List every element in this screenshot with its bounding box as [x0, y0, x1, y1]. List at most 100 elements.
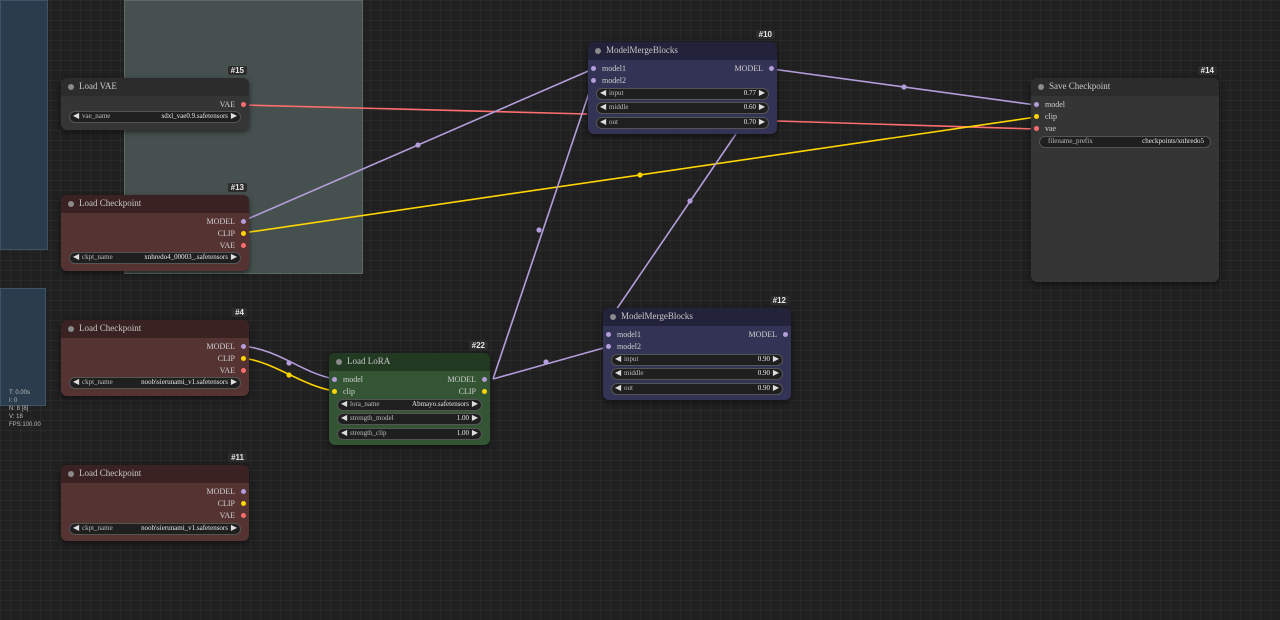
decrement-arrow-icon[interactable]: ◀ [73, 111, 79, 120]
collapse-dot-icon[interactable] [1038, 84, 1044, 90]
node-load-checkpoint-13[interactable]: #13 Load Checkpoint MODEL CLIP VAE ◀ ckp… [61, 183, 249, 271]
output-model-port[interactable] [482, 377, 487, 382]
output-model-port[interactable] [241, 344, 246, 349]
collapse-dot-icon[interactable] [68, 84, 74, 90]
node-save-checkpoint[interactable]: #14 Save Checkpoint model clip vae filen… [1031, 66, 1219, 282]
increment-arrow-icon[interactable]: ▶ [472, 399, 478, 408]
input-model-port[interactable] [1034, 102, 1039, 107]
link-model-merge10-save-midpoint[interactable] [901, 84, 907, 90]
widget-filename-prefix[interactable]: filename_prefix checkpoints/xnhredo5 [1039, 136, 1211, 148]
collapse-dot-icon[interactable] [336, 359, 342, 365]
output-clip-port[interactable] [241, 231, 246, 236]
widget-input[interactable]: ◀ input 0.90 ▶ [611, 354, 783, 366]
link-model-lora-merge12-midpoint[interactable] [543, 359, 549, 365]
node-load-vae[interactable]: #15 Load VAE VAE ◀ vae_name sdxl_vae0.9.… [61, 66, 249, 130]
collapse-dot-icon[interactable] [68, 201, 74, 207]
increment-arrow-icon[interactable]: ▶ [231, 377, 237, 386]
node-title-bar[interactable]: Load Checkpoint [61, 320, 249, 338]
node-title-bar[interactable]: Load VAE [61, 78, 249, 96]
decrement-arrow-icon[interactable]: ◀ [615, 368, 621, 377]
output-clip-port[interactable] [241, 501, 246, 506]
increment-arrow-icon[interactable]: ▶ [773, 354, 779, 363]
increment-arrow-icon[interactable]: ▶ [759, 102, 765, 111]
decrement-arrow-icon[interactable]: ◀ [615, 383, 621, 392]
decrement-arrow-icon[interactable]: ◀ [73, 523, 79, 532]
widget-strength-clip[interactable]: ◀ strength_clip 1.00 ▶ [337, 428, 482, 440]
input-model2-port[interactable] [606, 344, 611, 349]
widget-lora-name[interactable]: ◀ lora_name Abmayo.safetensors ▶ [337, 399, 482, 411]
node-title-bar[interactable]: ModelMergeBlocks [588, 42, 777, 60]
input-model1-port[interactable] [606, 332, 611, 337]
output-vae-port[interactable] [241, 102, 246, 107]
decrement-arrow-icon[interactable]: ◀ [600, 102, 606, 111]
output-vae-port[interactable] [241, 513, 246, 518]
link-model-13-midpoint[interactable] [415, 142, 421, 148]
input-vae-port[interactable] [1034, 126, 1039, 131]
widget-input[interactable]: ◀ input 0.77 ▶ [596, 88, 769, 100]
node-title-bar[interactable]: ModelMergeBlocks [603, 308, 791, 326]
widget-vae-name[interactable]: ◀ vae_name sdxl_vae0.9.safetensors ▶ [69, 111, 241, 123]
decrement-arrow-icon[interactable]: ◀ [341, 428, 347, 437]
increment-arrow-icon[interactable]: ▶ [472, 428, 478, 437]
input-model-port[interactable] [332, 377, 337, 382]
output-model-port[interactable] [241, 489, 246, 494]
widget-strength-model[interactable]: ◀ strength_model 1.00 ▶ [337, 413, 482, 425]
decrement-arrow-icon[interactable]: ◀ [73, 377, 79, 386]
widget-middle[interactable]: ◀ middle 0.60 ▶ [596, 102, 769, 114]
node-title-bar[interactable]: Load LoRA [329, 353, 490, 371]
node-model-merge-blocks-12[interactable]: #12 ModelMergeBlocks model1 model2 MODEL… [603, 296, 791, 400]
input-model2-port[interactable] [591, 78, 596, 83]
decrement-arrow-icon[interactable]: ◀ [615, 354, 621, 363]
decrement-arrow-icon[interactable]: ◀ [73, 252, 79, 261]
decrement-arrow-icon[interactable]: ◀ [600, 117, 606, 126]
input-clip-port[interactable] [332, 389, 337, 394]
widget-ckpt-name[interactable]: ◀ ckpt_name noob\sierunami_v1.safetensor… [69, 523, 241, 535]
node-title-bar[interactable]: Load Checkpoint [61, 465, 249, 483]
node-title-bar[interactable]: Load Checkpoint [61, 195, 249, 213]
collapse-dot-icon[interactable] [68, 471, 74, 477]
increment-arrow-icon[interactable]: ▶ [759, 88, 765, 97]
increment-arrow-icon[interactable]: ▶ [773, 368, 779, 377]
link-model-4-lora-midpoint[interactable] [286, 360, 292, 366]
increment-arrow-icon[interactable]: ▶ [472, 413, 478, 422]
output-model-port[interactable] [769, 66, 774, 71]
node-load-checkpoint-4[interactable]: #4 Load Checkpoint MODEL CLIP VAE ◀ ckpt… [61, 308, 249, 396]
link-model-merge12-merge10-midpoint[interactable] [687, 198, 693, 204]
output-clip: CLIP [217, 229, 235, 238]
increment-arrow-icon[interactable]: ▶ [231, 111, 237, 120]
node-title-bar[interactable]: Save Checkpoint [1031, 78, 1219, 96]
widget-ckpt-name[interactable]: ◀ ckpt_name xnhredo4_00003_.safetensors … [69, 252, 241, 264]
increment-arrow-icon[interactable]: ▶ [759, 117, 765, 126]
increment-arrow-icon[interactable]: ▶ [231, 252, 237, 261]
node-model-merge-blocks-10[interactable]: #10 ModelMergeBlocks model1 model2 MODEL… [588, 30, 777, 134]
collapse-dot-icon[interactable] [68, 326, 74, 332]
widget-out[interactable]: ◀ out 0.70 ▶ [596, 117, 769, 129]
node-load-lora[interactable]: #22 Load LoRA model clip MODEL CLIP ◀ lo… [329, 341, 490, 445]
output-vae-port[interactable] [241, 243, 246, 248]
link-clip-4-lora-midpoint[interactable] [286, 372, 292, 378]
input-clip-port[interactable] [1034, 114, 1039, 119]
link-model-lora-merge10[interactable] [492, 80, 594, 380]
node-load-checkpoint-11[interactable]: #11 Load Checkpoint MODEL CLIP VAE ◀ ckp… [61, 453, 249, 541]
collapse-dot-icon[interactable] [595, 48, 601, 54]
output-model-port[interactable] [241, 219, 246, 224]
decrement-arrow-icon[interactable]: ◀ [341, 413, 347, 422]
output-vae-port[interactable] [241, 368, 246, 373]
widget-out[interactable]: ◀ out 0.90 ▶ [611, 383, 783, 395]
widget-ckpt-name[interactable]: ◀ ckpt_name noob\sierunami_v1.safetensor… [69, 377, 241, 389]
input-model1-port[interactable] [591, 66, 596, 71]
link-model-merge12-merge10[interactable] [615, 133, 737, 311]
increment-arrow-icon[interactable]: ▶ [773, 383, 779, 392]
increment-arrow-icon[interactable]: ▶ [231, 523, 237, 532]
link-clip-midpoint[interactable] [637, 172, 643, 178]
link-model-lora-merge10-midpoint[interactable] [536, 227, 542, 233]
output-clip-port[interactable] [482, 389, 487, 394]
output-model-port[interactable] [783, 332, 788, 337]
link-model-lora-merge12[interactable] [492, 346, 608, 380]
output-clip-port[interactable] [241, 356, 246, 361]
node-id-badge: #15 [227, 66, 247, 75]
widget-middle[interactable]: ◀ middle 0.90 ▶ [611, 368, 783, 380]
decrement-arrow-icon[interactable]: ◀ [341, 399, 347, 408]
collapse-dot-icon[interactable] [610, 314, 616, 320]
decrement-arrow-icon[interactable]: ◀ [600, 88, 606, 97]
